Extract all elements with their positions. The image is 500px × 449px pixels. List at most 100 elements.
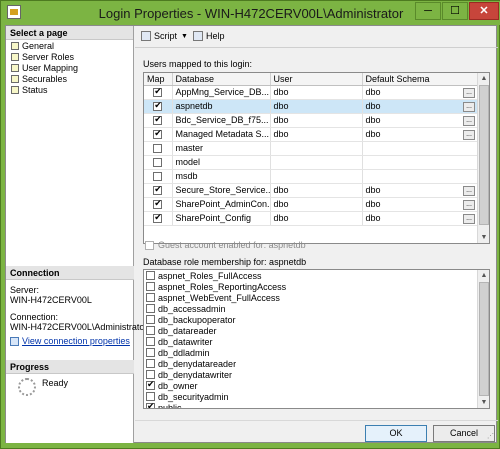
default-schema-cell[interactable]: dbo...: [362, 85, 479, 100]
scroll-up-icon[interactable]: ▲: [478, 270, 489, 281]
default-schema-cell[interactable]: dbo...: [362, 99, 479, 114]
user-cell[interactable]: [270, 155, 363, 170]
user-cell[interactable]: [270, 141, 363, 156]
map-checkbox[interactable]: [153, 158, 163, 168]
role-item[interactable]: db_datawriter: [144, 336, 489, 347]
minimize-button[interactable]: ─: [415, 2, 441, 20]
table-row[interactable]: SharePoint_AdminCon...dbodbo...: [144, 197, 479, 212]
default-schema-cell[interactable]: dbo...: [362, 113, 479, 128]
map-checkbox[interactable]: [153, 100, 163, 112]
role-checkbox[interactable]: [146, 293, 155, 302]
role-item[interactable]: aspnet_Roles_ReportingAccess: [144, 281, 489, 292]
roles-scroll-thumb[interactable]: [479, 282, 489, 396]
role-item[interactable]: db_backupoperator: [144, 314, 489, 325]
default-schema-cell[interactable]: dbo...: [362, 183, 479, 198]
table-row[interactable]: master: [144, 141, 479, 156]
map-checkbox[interactable]: [153, 114, 163, 126]
user-cell[interactable]: dbo: [270, 127, 363, 142]
role-item[interactable]: db_accessadmin: [144, 303, 489, 314]
col-map[interactable]: Map: [144, 73, 173, 86]
role-checkbox[interactable]: [146, 401, 155, 408]
table-row[interactable]: Managed Metadata S...dbodbo...: [144, 127, 479, 142]
role-item[interactable]: db_denydatareader: [144, 358, 489, 369]
table-row[interactable]: Secure_Store_Service...dbodbo...: [144, 183, 479, 198]
ok-button[interactable]: OK: [365, 425, 427, 442]
browse-schema-button[interactable]: ...: [463, 101, 475, 112]
role-checkbox[interactable]: [146, 392, 155, 401]
map-checkbox[interactable]: [153, 212, 163, 224]
role-checkbox[interactable]: [146, 315, 155, 324]
script-button[interactable]: Script ▼: [141, 31, 188, 41]
close-button[interactable]: ✕: [469, 2, 499, 20]
role-checkbox[interactable]: [146, 304, 155, 313]
table-row[interactable]: model: [144, 155, 479, 170]
role-checkbox[interactable]: [146, 348, 155, 357]
col-default-schema[interactable]: Default Schema: [362, 73, 479, 86]
maximize-button[interactable]: ☐: [442, 2, 468, 20]
page-item[interactable]: Securables: [6, 73, 133, 84]
role-item[interactable]: db_datareader: [144, 325, 489, 336]
map-checkbox[interactable]: [153, 144, 163, 154]
col-database[interactable]: Database: [172, 73, 271, 86]
user-cell[interactable]: dbo: [270, 85, 363, 100]
user-cell[interactable]: dbo: [270, 99, 363, 114]
scroll-up-icon[interactable]: ▲: [478, 73, 489, 84]
user-cell[interactable]: dbo: [270, 113, 363, 128]
guest-account-checkbox[interactable]: [145, 240, 154, 250]
role-checkbox[interactable]: [146, 282, 155, 291]
role-item[interactable]: db_securityadmin: [144, 391, 489, 402]
role-checkbox[interactable]: [146, 271, 155, 280]
users-grid-scroll-thumb[interactable]: [479, 85, 489, 225]
table-row[interactable]: Bdc_Service_DB_f75...dbodbo...: [144, 113, 479, 128]
default-schema-cell[interactable]: dbo...: [362, 211, 479, 226]
map-checkbox[interactable]: [153, 172, 163, 182]
role-item[interactable]: db_denydatawriter: [144, 369, 489, 380]
users-grid-scrollbar[interactable]: ▲ ▼: [477, 73, 489, 243]
role-checkbox[interactable]: [146, 379, 155, 390]
role-item[interactable]: aspnet_WebEvent_FullAccess: [144, 292, 489, 303]
default-schema-cell[interactable]: [362, 155, 479, 170]
user-cell[interactable]: dbo: [270, 211, 363, 226]
default-schema-cell[interactable]: dbo...: [362, 197, 479, 212]
role-item[interactable]: db_ddladmin: [144, 347, 489, 358]
page-item[interactable]: General: [6, 40, 133, 51]
browse-schema-button[interactable]: ...: [463, 185, 475, 196]
table-row[interactable]: msdb: [144, 169, 479, 184]
role-checkbox[interactable]: [146, 370, 155, 379]
user-cell[interactable]: [270, 169, 363, 184]
user-cell[interactable]: dbo: [270, 197, 363, 212]
map-checkbox[interactable]: [153, 128, 163, 140]
scroll-down-icon[interactable]: ▼: [478, 232, 489, 243]
role-checkbox[interactable]: [146, 359, 155, 368]
browse-schema-button[interactable]: ...: [463, 115, 475, 126]
scroll-down-icon[interactable]: ▼: [478, 397, 489, 408]
guest-account-option[interactable]: Guest account enabled for: aspnetdb: [145, 240, 306, 250]
map-checkbox[interactable]: [153, 86, 163, 98]
help-button[interactable]: Help: [193, 31, 225, 41]
role-item[interactable]: public: [144, 401, 489, 408]
map-checkbox[interactable]: [153, 184, 163, 196]
default-schema-cell[interactable]: dbo...: [362, 127, 479, 142]
resize-grip-icon[interactable]: ⋰: [487, 433, 495, 441]
col-user[interactable]: User: [270, 73, 363, 86]
map-checkbox[interactable]: [153, 198, 163, 210]
user-cell[interactable]: dbo: [270, 183, 363, 198]
role-checkbox[interactable]: [146, 337, 155, 346]
roles-scrollbar[interactable]: ▲ ▼: [477, 270, 489, 408]
role-item[interactable]: db_owner: [144, 379, 489, 391]
default-schema-cell[interactable]: [362, 169, 479, 184]
title-bar[interactable]: Login Properties - WIN-H472CERV00L\Admin…: [1, 1, 500, 25]
chevron-down-icon[interactable]: ▼: [181, 33, 188, 40]
table-row[interactable]: SharePoint_Configdbodbo...: [144, 211, 479, 226]
browse-schema-button[interactable]: ...: [463, 129, 475, 140]
view-connection-properties[interactable]: View connection properties: [6, 336, 134, 346]
browse-schema-button[interactable]: ...: [463, 87, 475, 98]
table-row[interactable]: aspnetdbdbodbo...: [144, 99, 479, 114]
view-connection-properties-link[interactable]: View connection properties: [22, 336, 130, 346]
default-schema-cell[interactable]: [362, 141, 479, 156]
cancel-button[interactable]: Cancel: [433, 425, 495, 442]
table-row[interactable]: AppMng_Service_DB...dbodbo...: [144, 85, 479, 100]
browse-schema-button[interactable]: ...: [463, 199, 475, 210]
page-item[interactable]: User Mapping: [6, 62, 133, 73]
role-checkbox[interactable]: [146, 326, 155, 335]
